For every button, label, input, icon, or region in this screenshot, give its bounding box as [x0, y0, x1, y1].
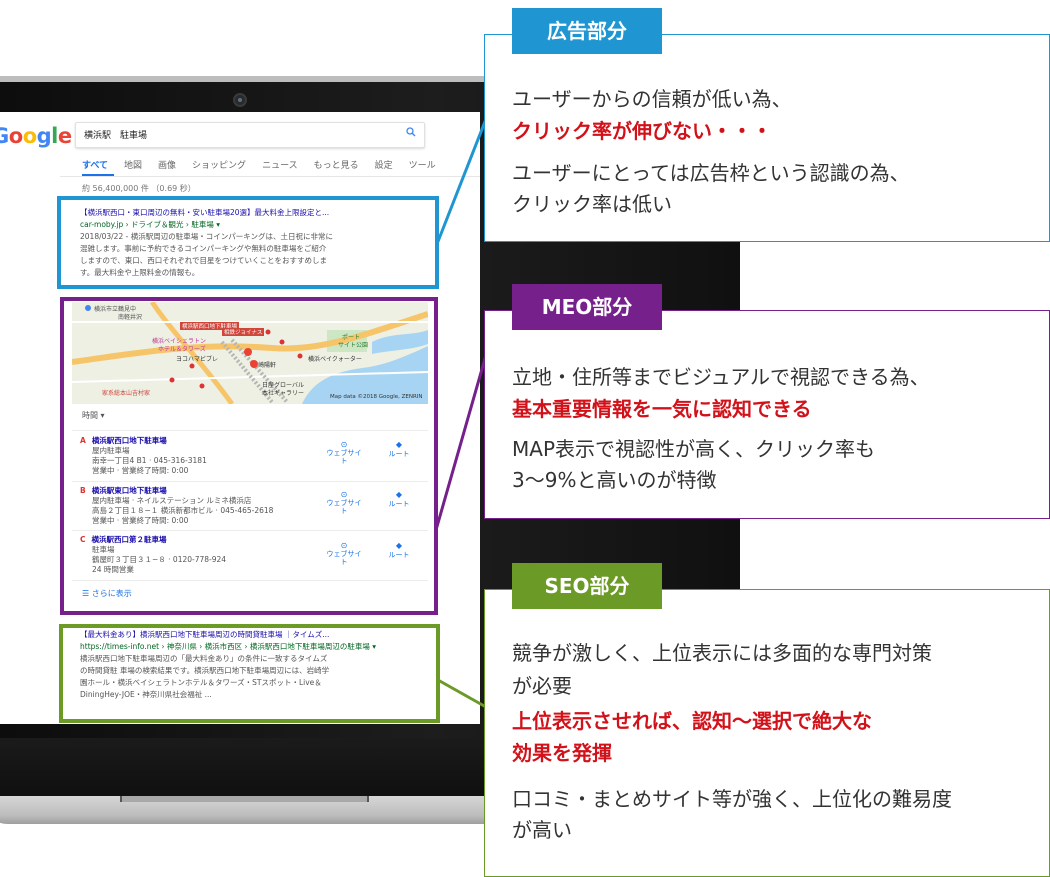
seo-callout-text: が高い: [512, 818, 572, 842]
ad-callout-text: ユーザーにとっては広告枠という認識の為、: [512, 161, 910, 185]
seo-callout-highlight: 効果を発揮: [512, 741, 612, 765]
ad-callout-highlight: クリック率が伸びない・・・: [512, 119, 772, 143]
ad-callout-label: 広告部分: [512, 8, 662, 54]
ad-callout-text: ユーザーからの信頼が低い為、: [512, 87, 792, 111]
ad-callout-text: クリック率は低い: [512, 192, 672, 216]
seo-callout-highlight: 上位表示させれば、認知〜選択で絶大な: [512, 709, 872, 733]
meo-callout-label: MEO部分: [512, 284, 662, 330]
meo-callout-highlight: 基本重要情報を一気に認知できる: [512, 397, 812, 421]
seo-callout-text: 口コミ・まとめサイト等が強く、上位化の難易度: [512, 787, 952, 811]
seo-callout-text: 競争が激しく、上位表示には多面的な専門対策: [512, 641, 932, 665]
seo-callout-text: が必要: [512, 674, 572, 698]
meo-callout-text: MAP表示で視認性が高く、クリック率も: [512, 437, 875, 461]
meo-callout-text: 立地・住所等までビジュアルで視認できる為、: [512, 365, 930, 389]
seo-callout-label: SEO部分: [512, 563, 662, 609]
meo-callout-text: 3〜9%と高いのが特徴: [512, 468, 717, 492]
